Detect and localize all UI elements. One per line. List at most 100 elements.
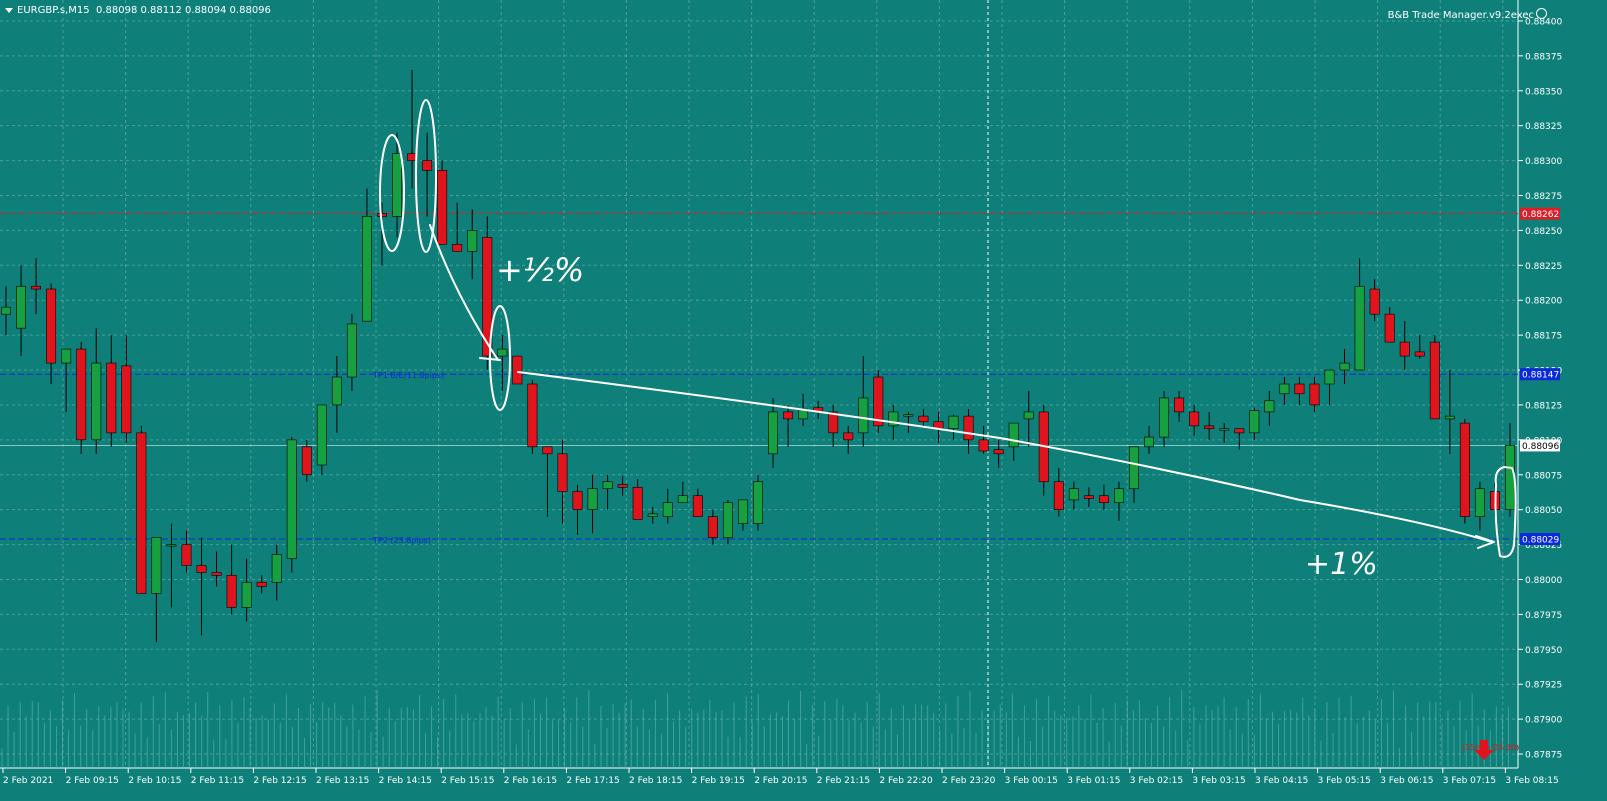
bear-candle-body bbox=[106, 362, 117, 434]
bull-candle-body bbox=[737, 499, 748, 524]
bear-candle-body bbox=[873, 376, 884, 427]
y-tick-label: 0.88275 bbox=[1525, 192, 1562, 202]
bull-candle-body bbox=[1474, 488, 1485, 517]
bull-candle-body bbox=[948, 415, 959, 429]
bear-candle-body bbox=[542, 446, 553, 455]
chart-header: EURGBP.s,M15 0.88098 0.88112 0.88094 0.8… bbox=[5, 5, 271, 16]
bull-candle-body bbox=[151, 537, 162, 594]
bull-candle-body bbox=[587, 488, 598, 510]
x-tick-label: 3 Feb 05:15 bbox=[1318, 776, 1371, 786]
expert-advisor-label: B&B Trade Manager.v9.2exec bbox=[1388, 8, 1547, 21]
bear-candle-body bbox=[617, 484, 628, 488]
sl-level-price-tag[interactable]: 0.88262 bbox=[1520, 207, 1560, 221]
y-tick-label: 0.88125 bbox=[1525, 401, 1562, 411]
x-tick-label: 2 Feb 16:15 bbox=[504, 776, 557, 786]
candle-timer-text: (15min 03:30) bbox=[1462, 743, 1519, 752]
candle[interactable] bbox=[286, 437, 297, 573]
y-tick-label: 0.87975 bbox=[1525, 611, 1562, 621]
tp2-level-text: TP2 (23.8pips) bbox=[372, 536, 431, 545]
bull-candle-body bbox=[722, 502, 733, 538]
x-tick-label: 2 Feb 13:15 bbox=[316, 776, 369, 786]
symbol-timeframe: EURGBP.s,M15 bbox=[17, 5, 90, 16]
bear-candle-body bbox=[196, 565, 207, 573]
bear-candle-body bbox=[1399, 341, 1410, 357]
bull-candle-body bbox=[286, 439, 297, 559]
x-tick-label: 2 Feb 2021 bbox=[3, 776, 53, 786]
x-tick-label: 2 Feb 11:15 bbox=[191, 776, 244, 786]
candle[interactable] bbox=[316, 404, 327, 475]
y-tick-label: 0.88325 bbox=[1525, 122, 1562, 132]
bull-candle-body bbox=[858, 397, 869, 434]
bear-candle-body bbox=[632, 487, 643, 520]
candle[interactable] bbox=[437, 160, 448, 245]
bear-candle-body bbox=[707, 516, 718, 538]
y-tick-label: 0.88050 bbox=[1525, 506, 1562, 516]
candle[interactable] bbox=[873, 370, 884, 433]
bull-candle-body bbox=[677, 495, 688, 503]
x-tick-label: 3 Feb 03:15 bbox=[1192, 776, 1245, 786]
chart-menu-triangle-icon[interactable] bbox=[5, 7, 13, 13]
bear-candle-body bbox=[1384, 313, 1395, 343]
y-tick-label: 0.88350 bbox=[1525, 87, 1562, 97]
y-tick-label: 0.88000 bbox=[1525, 576, 1562, 586]
candle[interactable] bbox=[753, 474, 763, 531]
bull-candle-body bbox=[392, 153, 403, 217]
y-tick-label: 0.88250 bbox=[1525, 227, 1562, 237]
candle[interactable] bbox=[722, 499, 733, 545]
y-tick-label: 0.88175 bbox=[1525, 332, 1562, 342]
bear-candle-body bbox=[181, 544, 192, 566]
bear-candle-body bbox=[136, 432, 147, 594]
price-chart[interactable]: 0.884000.883750.883500.883250.883000.882… bbox=[0, 0, 1607, 801]
x-tick-label: 3 Feb 02:15 bbox=[1130, 776, 1183, 786]
y-tick-label: 0.88225 bbox=[1525, 262, 1562, 272]
bear-candle-body bbox=[46, 288, 57, 364]
bear-candle-body bbox=[377, 213, 387, 217]
bear-candle-body bbox=[226, 575, 237, 608]
tp1-level-price-tag[interactable]: 0.88147 bbox=[1520, 368, 1560, 381]
x-tick-label: 2 Feb 23:20 bbox=[942, 776, 996, 786]
x-tick-label: 2 Feb 19:15 bbox=[692, 776, 745, 786]
bear-candle-body bbox=[963, 415, 974, 441]
bull-candle-body bbox=[1219, 428, 1230, 431]
bull-candle-body bbox=[1023, 411, 1034, 420]
bear-candle-body bbox=[1204, 425, 1215, 429]
bear-candle-body bbox=[692, 495, 703, 517]
y-tick-label: 0.88375 bbox=[1525, 52, 1562, 62]
bear-candle-body bbox=[256, 581, 267, 587]
candle[interactable] bbox=[76, 342, 87, 454]
ohlc-values: 0.88098 0.88112 0.88094 0.88096 bbox=[95, 5, 271, 16]
bear-candle-body bbox=[437, 170, 448, 245]
tp1-level-tag-label: 0.88147 bbox=[1522, 371, 1559, 381]
bull-candle-body bbox=[903, 414, 914, 417]
x-tick-label: 2 Feb 18:15 bbox=[629, 776, 682, 786]
tp2-level-price-tag[interactable]: 0.88029 bbox=[1520, 532, 1560, 546]
y-tick-label: 0.88075 bbox=[1525, 471, 1562, 481]
bear-candle-body bbox=[572, 491, 583, 510]
bull-candle-body bbox=[166, 544, 177, 547]
bull-candle-body bbox=[662, 502, 673, 517]
bear-candle-body bbox=[843, 432, 854, 441]
candle[interactable] bbox=[1459, 418, 1470, 524]
bear-candle-body bbox=[31, 285, 42, 290]
bear-candle-body bbox=[1294, 383, 1305, 395]
bear-candle-body bbox=[557, 453, 568, 492]
bear-candle-body bbox=[1429, 341, 1440, 420]
candle[interactable] bbox=[527, 379, 538, 454]
candle[interactable] bbox=[1429, 335, 1440, 420]
mt-chart-window[interactable]: 0.88400 0.88375 0.88350 0.88325 0.88300 0.882… bbox=[0, 0, 1607, 801]
candle[interactable] bbox=[512, 355, 523, 385]
bear-candle-body bbox=[1053, 481, 1064, 510]
x-tick-label: 2 Feb 20:15 bbox=[754, 776, 807, 786]
bear-candle-body bbox=[76, 348, 87, 441]
bull-candle-body bbox=[241, 581, 252, 608]
bear-candle-body bbox=[993, 449, 1004, 455]
bull-candle-body bbox=[768, 411, 779, 455]
bear-candle-body bbox=[1083, 495, 1094, 499]
bull-candle-body bbox=[1144, 436, 1155, 448]
candle[interactable] bbox=[136, 425, 147, 594]
bull-candle-body bbox=[467, 230, 478, 252]
bear-candle-body bbox=[211, 572, 222, 576]
bull-candle-body bbox=[361, 216, 372, 322]
bear-candle-body bbox=[1369, 288, 1380, 315]
bull-candle-body bbox=[1068, 488, 1079, 501]
